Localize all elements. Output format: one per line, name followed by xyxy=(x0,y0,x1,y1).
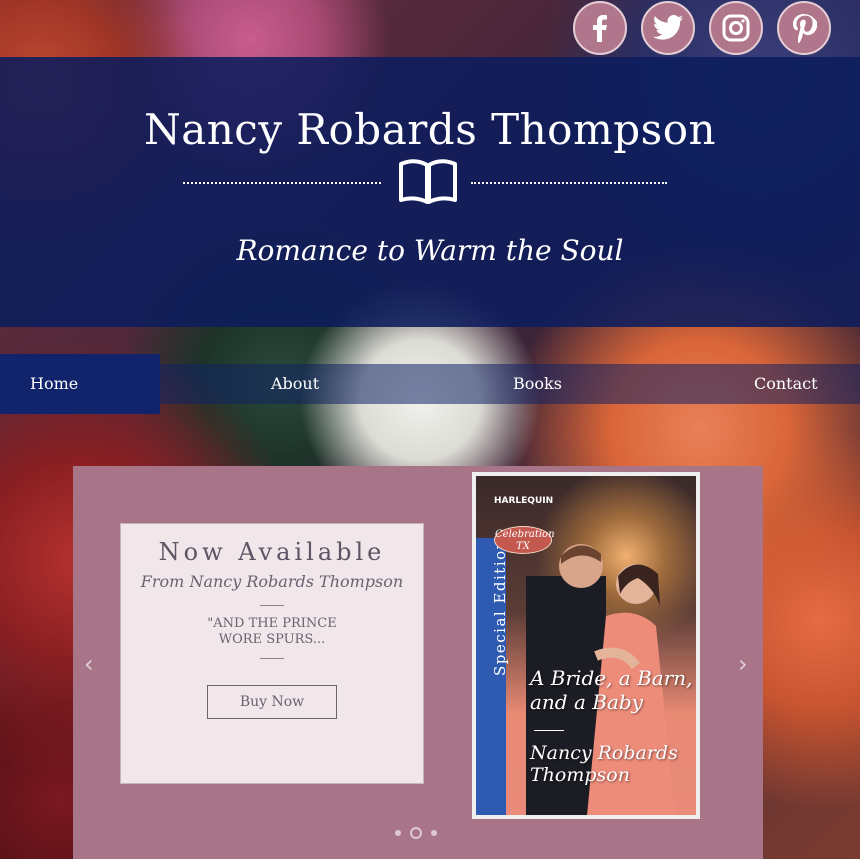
nav-active-highlight xyxy=(0,354,160,414)
site-title[interactable]: Nancy Robards Thompson xyxy=(0,105,860,154)
facebook-link[interactable] xyxy=(573,1,627,55)
main-nav: Home About Books Contact xyxy=(0,354,860,414)
promo-byline: From Nancy Robards Thompson xyxy=(140,572,404,591)
cover-author-line-1: Nancy Robards xyxy=(530,742,678,764)
instagram-icon xyxy=(722,14,750,42)
site-tagline: Romance to Warm the Soul xyxy=(236,234,624,267)
cover-spine-text: Special Edition xyxy=(491,538,509,676)
cover-title-line-2: and a Baby xyxy=(530,690,643,714)
pinterest-icon xyxy=(793,14,817,43)
twitter-icon xyxy=(653,15,683,40)
promo-card: Now Available From Nancy Robards Thompso… xyxy=(120,523,424,784)
cover-author: Nancy Robards Thompson xyxy=(530,742,678,786)
nav-item-books[interactable]: Books xyxy=(513,364,562,404)
title-divider-left xyxy=(183,182,381,184)
promo-quote-line-2: WORE SPURS... xyxy=(218,632,326,647)
social-links xyxy=(573,1,831,55)
twitter-link[interactable] xyxy=(641,1,695,55)
book-cover-art: Special Edition HARLEQUIN Celebration TX… xyxy=(476,476,696,815)
slide-dot-3[interactable] xyxy=(431,830,437,836)
promo-rule-top xyxy=(260,605,284,606)
nav-item-home[interactable]: Home xyxy=(30,364,78,404)
promo-quote: "AND THE PRINCE WORE SPURS... xyxy=(121,616,423,648)
promo-headline: Now Available xyxy=(158,538,386,566)
promo-rule-bottom xyxy=(260,658,284,659)
facebook-icon xyxy=(593,15,607,42)
instagram-link[interactable] xyxy=(709,1,763,55)
cover-title-line-1: A Bride, a Barn, xyxy=(530,666,693,690)
nav-item-contact[interactable]: Contact xyxy=(754,364,818,404)
promo-quote-line-1: "AND THE PRINCE xyxy=(207,616,337,631)
cover-author-line-2: Thompson xyxy=(530,764,630,786)
slide-dot-1[interactable] xyxy=(395,830,401,836)
slide-dot-2[interactable] xyxy=(410,827,422,839)
nav-item-about[interactable]: About xyxy=(271,364,319,404)
open-book-icon xyxy=(399,159,457,204)
cover-book-title: A Bride, a Barn, and a Baby xyxy=(530,666,693,714)
book-cover[interactable]: Special Edition HARLEQUIN Celebration TX… xyxy=(472,472,700,819)
pinterest-link[interactable] xyxy=(777,1,831,55)
slideshow-pagination xyxy=(395,827,437,839)
cover-rule xyxy=(534,730,564,731)
buy-now-button[interactable]: Buy Now xyxy=(207,685,337,719)
publisher-logo: HARLEQUIN xyxy=(494,496,554,506)
title-divider-right xyxy=(471,182,667,184)
slideshow-next-arrow[interactable]: › xyxy=(738,650,748,678)
slideshow-prev-arrow[interactable]: ‹ xyxy=(84,650,94,678)
